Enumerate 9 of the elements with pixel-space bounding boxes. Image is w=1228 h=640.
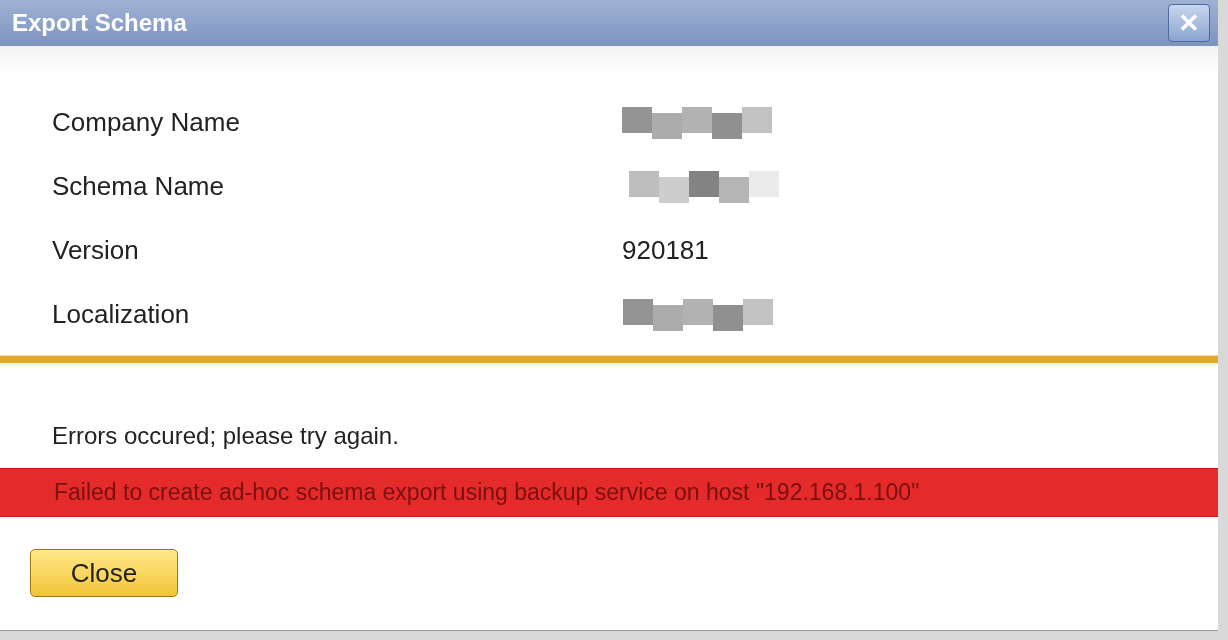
field-label: Company Name [52,106,241,138]
status-message: Errors occured; please try again. [51,421,400,450]
error-banner: Failed to create ad-hoc schema export using backup service on host "192.168.1.100" [0,468,1218,517]
window-title: Export Schema [12,9,187,37]
field-label: Version [52,234,140,266]
field-label: Localization [52,298,191,330]
field-value: 920181 [622,234,709,266]
close-button[interactable]: Close [30,549,178,597]
field-label: Schema Name [52,170,225,202]
